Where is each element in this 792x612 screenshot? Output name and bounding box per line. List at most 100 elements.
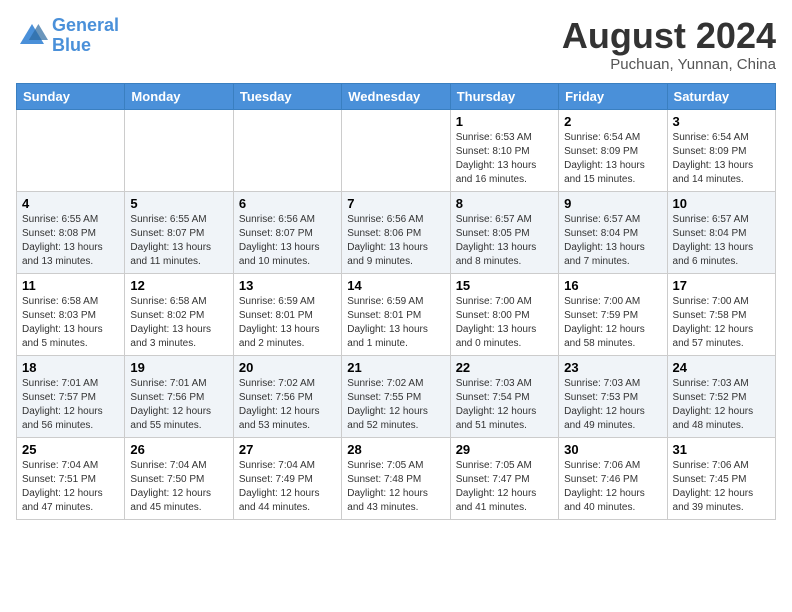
day-info: Sunrise: 7:00 AM Sunset: 7:58 PM Dayligh… xyxy=(673,295,770,351)
calendar-cell: 10Sunrise: 6:57 AM Sunset: 8:04 PM Dayli… xyxy=(667,191,775,273)
calendar-cell: 4Sunrise: 6:55 AM Sunset: 8:08 PM Daylig… xyxy=(17,191,125,273)
location: Puchuan, Yunnan, China xyxy=(562,56,776,73)
day-info: Sunrise: 6:57 AM Sunset: 8:05 PM Dayligh… xyxy=(456,213,553,269)
day-number: 8 xyxy=(456,196,553,211)
logo-icon xyxy=(16,20,48,52)
day-number: 9 xyxy=(564,196,661,211)
calendar-cell: 8 Sunrise: 6:57 AM Sunset: 8:05 PM Daylig… xyxy=(450,191,558,273)
calendar-cell: 30Sunrise: 7:06 AM Sunset: 7:46 PM Dayli… xyxy=(559,437,667,519)
logo-blue: Blue xyxy=(52,35,91,55)
day-info: Sunrise: 6:59 AM Sunset: 8:01 PM Dayligh… xyxy=(347,295,444,351)
day-number: 18 xyxy=(22,360,119,375)
day-info: Sunrise: 7:03 AM Sunset: 7:53 PM Dayligh… xyxy=(564,377,661,433)
calendar-cell: 16 Sunrise: 7:00 AM Sunset: 7:59 PM Dayli… xyxy=(559,273,667,355)
calendar-cell xyxy=(125,109,233,191)
calendar-cell: 21 Sunrise: 7:02 AM Sunset: 7:55 PM Dayli… xyxy=(342,355,450,437)
day-info: Sunrise: 7:04 AM Sunset: 7:49 PM Dayligh… xyxy=(239,459,336,515)
calendar-cell xyxy=(17,109,125,191)
day-number: 26 xyxy=(130,442,227,457)
day-number: 27 xyxy=(239,442,336,457)
day-info: Sunrise: 6:54 AM Sunset: 8:09 PM Dayligh… xyxy=(564,131,661,187)
day-info: Sunrise: 6:59 AM Sunset: 8:01 PM Dayligh… xyxy=(239,295,336,351)
day-info: Sunrise: 7:04 AM Sunset: 7:50 PM Dayligh… xyxy=(130,459,227,515)
day-info: Sunrise: 7:00 AM Sunset: 8:00 PM Dayligh… xyxy=(456,295,553,351)
day-number: 21 xyxy=(347,360,444,375)
calendar-cell: 3Sunrise: 6:54 AM Sunset: 8:09 PM Daylig… xyxy=(667,109,775,191)
day-info: Sunrise: 7:02 AM Sunset: 7:56 PM Dayligh… xyxy=(239,377,336,433)
calendar-cell: 27 Sunrise: 7:04 AM Sunset: 7:49 PM Dayli… xyxy=(233,437,341,519)
calendar-table: SundayMondayTuesdayWednesdayThursdayFrid… xyxy=(16,83,776,520)
calendar-week-3: 11Sunrise: 6:58 AM Sunset: 8:03 PM Dayli… xyxy=(17,273,776,355)
day-number: 6 xyxy=(239,196,336,211)
calendar-cell: 17Sunrise: 7:00 AM Sunset: 7:58 PM Dayli… xyxy=(667,273,775,355)
day-number: 2 xyxy=(564,114,661,129)
calendar-cell: 24 Sunrise: 7:03 AM Sunset: 7:52 PM Dayli… xyxy=(667,355,775,437)
day-info: Sunrise: 6:57 AM Sunset: 8:04 PM Dayligh… xyxy=(564,213,661,269)
month-title: August 2024 xyxy=(562,16,776,56)
calendar-week-2: 4Sunrise: 6:55 AM Sunset: 8:08 PM Daylig… xyxy=(17,191,776,273)
day-info: Sunrise: 6:55 AM Sunset: 8:07 PM Dayligh… xyxy=(130,213,227,269)
calendar-cell: 13Sunrise: 6:59 AM Sunset: 8:01 PM Dayli… xyxy=(233,273,341,355)
day-number: 11 xyxy=(22,278,119,293)
day-number: 7 xyxy=(347,196,444,211)
day-number: 25 xyxy=(22,442,119,457)
logo: General Blue xyxy=(16,16,119,56)
day-info: Sunrise: 7:01 AM Sunset: 7:56 PM Dayligh… xyxy=(130,377,227,433)
calendar-cell: 14 Sunrise: 6:59 AM Sunset: 8:01 PM Dayli… xyxy=(342,273,450,355)
day-number: 19 xyxy=(130,360,227,375)
weekday-header-thursday: Thursday xyxy=(450,83,558,109)
day-info: Sunrise: 7:00 AM Sunset: 7:59 PM Dayligh… xyxy=(564,295,661,351)
day-info: Sunrise: 7:04 AM Sunset: 7:51 PM Dayligh… xyxy=(22,459,119,515)
calendar-header: SundayMondayTuesdayWednesdayThursdayFrid… xyxy=(17,83,776,109)
day-number: 5 xyxy=(130,196,227,211)
logo-general: General xyxy=(52,15,119,35)
calendar-cell: 18 Sunrise: 7:01 AM Sunset: 7:57 PM Dayli… xyxy=(17,355,125,437)
day-number: 24 xyxy=(673,360,770,375)
day-info: Sunrise: 6:56 AM Sunset: 8:06 PM Dayligh… xyxy=(347,213,444,269)
day-number: 22 xyxy=(456,360,553,375)
day-number: 10 xyxy=(673,196,770,211)
calendar-body: 1 Sunrise: 6:53 AM Sunset: 8:10 PM Daylig… xyxy=(17,109,776,519)
day-number: 3 xyxy=(673,114,770,129)
day-info: Sunrise: 7:05 AM Sunset: 7:48 PM Dayligh… xyxy=(347,459,444,515)
day-info: Sunrise: 7:06 AM Sunset: 7:45 PM Dayligh… xyxy=(673,459,770,515)
day-number: 1 xyxy=(456,114,553,129)
calendar-cell: 25 Sunrise: 7:04 AM Sunset: 7:51 PM Dayli… xyxy=(17,437,125,519)
calendar-cell: 31 Sunrise: 7:06 AM Sunset: 7:45 PM Dayli… xyxy=(667,437,775,519)
weekday-header-saturday: Saturday xyxy=(667,83,775,109)
day-number: 23 xyxy=(564,360,661,375)
calendar-cell: 12Sunrise: 6:58 AM Sunset: 8:02 PM Dayli… xyxy=(125,273,233,355)
day-number: 31 xyxy=(673,442,770,457)
calendar-cell: 11Sunrise: 6:58 AM Sunset: 8:03 PM Dayli… xyxy=(17,273,125,355)
calendar-cell: 29 Sunrise: 7:05 AM Sunset: 7:47 PM Dayli… xyxy=(450,437,558,519)
calendar-week-5: 25 Sunrise: 7:04 AM Sunset: 7:51 PM Dayli… xyxy=(17,437,776,519)
day-info: Sunrise: 7:02 AM Sunset: 7:55 PM Dayligh… xyxy=(347,377,444,433)
day-info: Sunrise: 7:03 AM Sunset: 7:52 PM Dayligh… xyxy=(673,377,770,433)
day-number: 4 xyxy=(22,196,119,211)
weekday-header-row: SundayMondayTuesdayWednesdayThursdayFrid… xyxy=(17,83,776,109)
day-number: 20 xyxy=(239,360,336,375)
day-info: Sunrise: 7:06 AM Sunset: 7:46 PM Dayligh… xyxy=(564,459,661,515)
day-info: Sunrise: 6:53 AM Sunset: 8:10 PM Dayligh… xyxy=(456,131,553,187)
day-info: Sunrise: 7:01 AM Sunset: 7:57 PM Dayligh… xyxy=(22,377,119,433)
calendar-cell: 26 Sunrise: 7:04 AM Sunset: 7:50 PM Dayli… xyxy=(125,437,233,519)
day-info: Sunrise: 6:58 AM Sunset: 8:02 PM Dayligh… xyxy=(130,295,227,351)
day-number: 29 xyxy=(456,442,553,457)
weekday-header-wednesday: Wednesday xyxy=(342,83,450,109)
calendar-cell: 15Sunrise: 7:00 AM Sunset: 8:00 PM Dayli… xyxy=(450,273,558,355)
weekday-header-tuesday: Tuesday xyxy=(233,83,341,109)
day-number: 16 xyxy=(564,278,661,293)
calendar-cell: 6Sunrise: 6:56 AM Sunset: 8:07 PM Daylig… xyxy=(233,191,341,273)
calendar-week-4: 18 Sunrise: 7:01 AM Sunset: 7:57 PM Dayli… xyxy=(17,355,776,437)
calendar-cell: 20 Sunrise: 7:02 AM Sunset: 7:56 PM Dayli… xyxy=(233,355,341,437)
logo-text: General Blue xyxy=(52,16,119,56)
day-number: 28 xyxy=(347,442,444,457)
calendar-cell xyxy=(342,109,450,191)
calendar-cell xyxy=(233,109,341,191)
day-info: Sunrise: 7:05 AM Sunset: 7:47 PM Dayligh… xyxy=(456,459,553,515)
title-block: August 2024 Puchuan, Yunnan, China xyxy=(562,16,776,73)
day-number: 14 xyxy=(347,278,444,293)
calendar-cell: 28 Sunrise: 7:05 AM Sunset: 7:48 PM Dayli… xyxy=(342,437,450,519)
page-header: General Blue August 2024 Puchuan, Yunnan… xyxy=(16,16,776,73)
calendar-cell: 9 Sunrise: 6:57 AM Sunset: 8:04 PM Daylig… xyxy=(559,191,667,273)
